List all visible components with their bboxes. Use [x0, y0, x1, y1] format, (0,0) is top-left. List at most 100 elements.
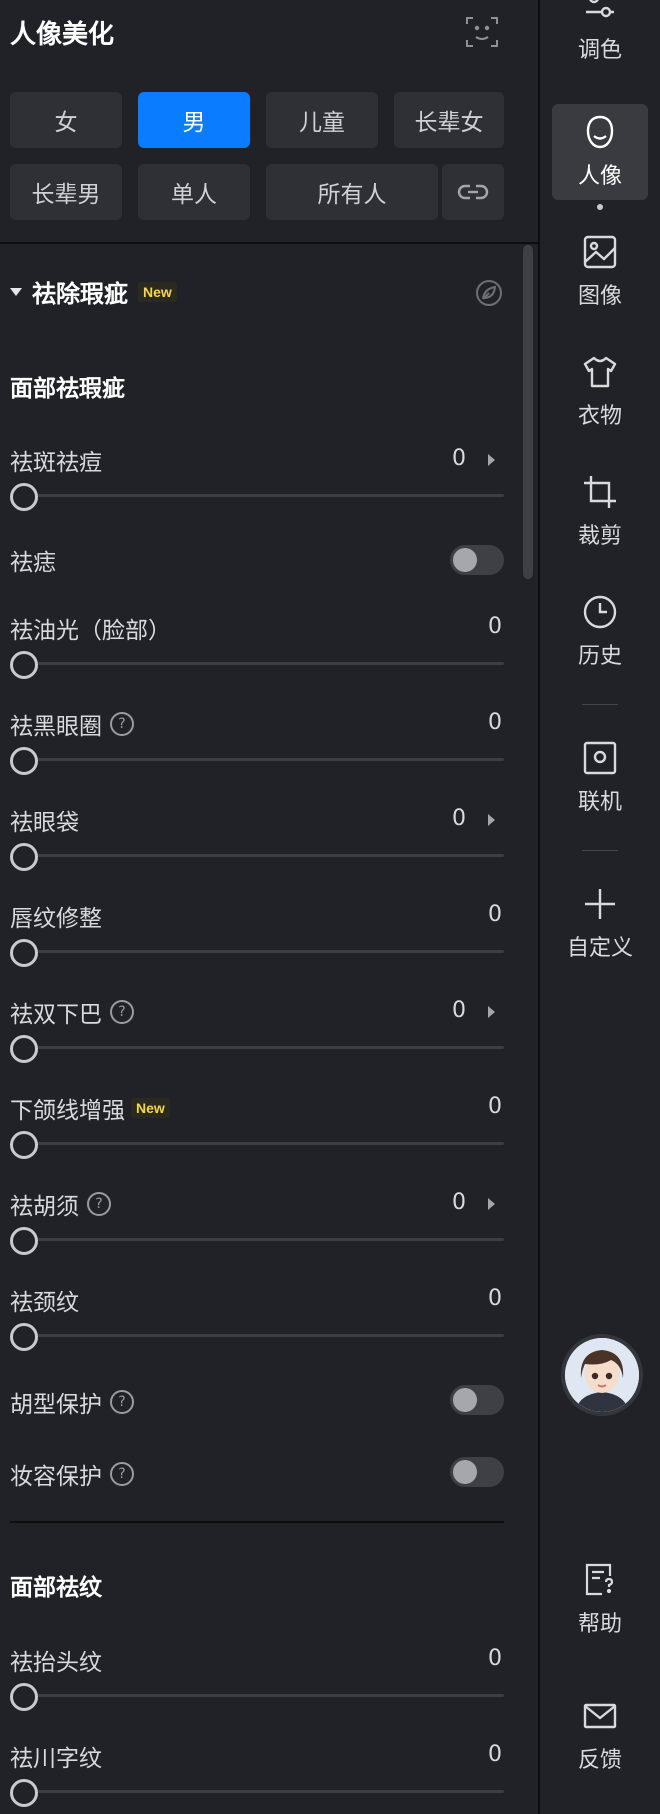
- nav-item-clothing[interactable]: 衣物: [552, 344, 648, 440]
- filter-chip-male[interactable]: 男: [138, 92, 250, 148]
- nav-label: 帮助: [577, 1612, 622, 1637]
- slider-knob[interactable]: [10, 747, 38, 775]
- plus-icon: [585, 889, 615, 919]
- nav-item-feedback[interactable]: 反馈: [552, 1688, 648, 1784]
- collapse-triangle-icon: [10, 287, 22, 296]
- expand-arrow-icon[interactable]: [488, 1198, 495, 1210]
- nav-item-portrait[interactable]: 人像: [552, 104, 648, 200]
- slider-knob[interactable]: [10, 651, 38, 679]
- slider-knob[interactable]: [10, 483, 38, 511]
- slider-knob[interactable]: [10, 1323, 38, 1351]
- row-value-beard[interactable]: 0: [406, 1190, 466, 1215]
- slider-track: [22, 950, 504, 953]
- group-divider: [10, 1521, 504, 1523]
- expand-arrow-icon[interactable]: [488, 454, 495, 466]
- nav-item-color[interactable]: 调色: [552, 0, 648, 74]
- slider-beard[interactable]: [10, 1226, 504, 1255]
- nav-item-custom[interactable]: 自定义: [552, 876, 648, 972]
- expand-arrow-icon[interactable]: [488, 1006, 495, 1018]
- help-icon[interactable]: ?: [110, 712, 134, 736]
- row-value-lip-lines[interactable]: 0: [442, 902, 502, 927]
- row-label-text: 下颌线增强: [10, 1098, 125, 1124]
- face-scan-icon[interactable]: [464, 14, 500, 50]
- row-label-text: 祛胡须: [10, 1194, 79, 1220]
- filter-chip-female[interactable]: 女: [10, 92, 122, 148]
- slider-dark-circles[interactable]: [10, 746, 504, 775]
- toggle-knob: [453, 1388, 477, 1412]
- slider-frown-lines[interactable]: [10, 1778, 504, 1807]
- row-label-spot-acne: 祛斑祛痘: [10, 443, 102, 477]
- slider-track: [22, 1694, 504, 1697]
- slider-knob[interactable]: [10, 1131, 38, 1159]
- row-label-makeup-protect: 妆容保护 ?: [10, 1457, 134, 1491]
- row-label-text: 祛斑祛痘: [10, 450, 102, 476]
- row-value-oil-shine[interactable]: 0: [442, 614, 502, 639]
- filter-chip-children[interactable]: 儿童: [266, 92, 378, 148]
- row-value-neck-lines[interactable]: 0: [442, 1286, 502, 1311]
- assistant-avatar[interactable]: [565, 1338, 639, 1412]
- nav-label: 衣物: [577, 404, 622, 429]
- clothing-icon: [583, 356, 617, 388]
- slider-lip-lines[interactable]: [10, 938, 504, 967]
- toggle-beard-protect[interactable]: [450, 1385, 504, 1415]
- row-label-beard-protect: 胡型保护 ?: [10, 1385, 134, 1419]
- row-value-jawline[interactable]: 0: [442, 1094, 502, 1119]
- slider-neck-lines[interactable]: [10, 1322, 504, 1351]
- tool-rail: 调色 人像 图像 衣物 裁剪 历史 联机 自定义 帮助 反馈: [540, 0, 660, 1814]
- row-value-dark-circles[interactable]: 0: [442, 710, 502, 735]
- row-label-double-chin: 祛双下巴 ?: [10, 995, 134, 1029]
- section-header-blemish[interactable]: 祛除瑕疵 New: [10, 274, 177, 309]
- slider-knob[interactable]: [10, 939, 38, 967]
- row-value-frown-lines[interactable]: 0: [442, 1742, 502, 1767]
- expand-arrow-icon[interactable]: [488, 814, 495, 826]
- slider-forehead-lines[interactable]: [10, 1682, 504, 1711]
- crop-icon: [584, 476, 616, 508]
- slider-track: [22, 1046, 504, 1049]
- toggle-makeup-protect[interactable]: [450, 1457, 504, 1487]
- filter-chip-single[interactable]: 单人: [138, 164, 250, 220]
- slider-knob[interactable]: [10, 1035, 38, 1063]
- filter-chip-elder-female[interactable]: 长辈女: [394, 92, 504, 148]
- row-label-text: 妆容保护: [10, 1464, 102, 1490]
- row-label-text: 祛黑眼圈: [10, 714, 102, 740]
- slider-knob[interactable]: [10, 1683, 38, 1711]
- history-icon: [583, 595, 617, 629]
- toggle-knob: [453, 1460, 477, 1484]
- row-value-double-chin[interactable]: 0: [406, 998, 466, 1023]
- filter-chip-everyone[interactable]: 所有人: [266, 164, 438, 220]
- slider-knob[interactable]: [10, 843, 38, 871]
- help-icon[interactable]: ?: [87, 1192, 111, 1216]
- nav-item-crop[interactable]: 裁剪: [552, 464, 648, 560]
- slider-knob[interactable]: [10, 1227, 38, 1255]
- toggle-mole[interactable]: [450, 545, 504, 575]
- row-label-text: 祛油光（脸部）: [10, 618, 171, 644]
- nav-item-help[interactable]: 帮助: [552, 1552, 648, 1648]
- slider-eye-bags[interactable]: [10, 842, 504, 871]
- help-icon[interactable]: ?: [110, 1390, 134, 1414]
- row-label-dark-circles: 祛黑眼圈 ?: [10, 707, 134, 741]
- nav-item-image[interactable]: 图像: [552, 224, 648, 320]
- leaf-icon[interactable]: [474, 278, 504, 308]
- filter-chip-elder-male[interactable]: 长辈男: [10, 164, 122, 220]
- row-value-spot-acne[interactable]: 0: [406, 446, 466, 471]
- help-icon[interactable]: ?: [110, 1462, 134, 1486]
- slider-spot-acne[interactable]: [10, 482, 504, 511]
- panel-scrollbar[interactable]: [523, 245, 533, 579]
- nav-item-history[interactable]: 历史: [552, 584, 648, 680]
- slider-track: [22, 758, 504, 761]
- slider-oil-shine[interactable]: [10, 650, 504, 679]
- row-label-text: 祛川字纹: [10, 1746, 102, 1772]
- slider-knob[interactable]: [10, 1779, 38, 1807]
- nav-item-tether[interactable]: 联机: [552, 730, 648, 826]
- nav-label: 联机: [577, 790, 622, 815]
- rail-separator: [582, 704, 618, 705]
- link-button[interactable]: [442, 164, 504, 220]
- slider-jawline[interactable]: [10, 1130, 504, 1159]
- slider-track: [22, 1238, 504, 1241]
- row-value-eye-bags[interactable]: 0: [406, 806, 466, 831]
- rail-separator: [582, 850, 618, 851]
- row-value-forehead-lines[interactable]: 0: [442, 1646, 502, 1671]
- slider-double-chin[interactable]: [10, 1034, 504, 1063]
- help-icon[interactable]: ?: [110, 1000, 134, 1024]
- row-label-lip-lines: 唇纹修整: [10, 899, 102, 933]
